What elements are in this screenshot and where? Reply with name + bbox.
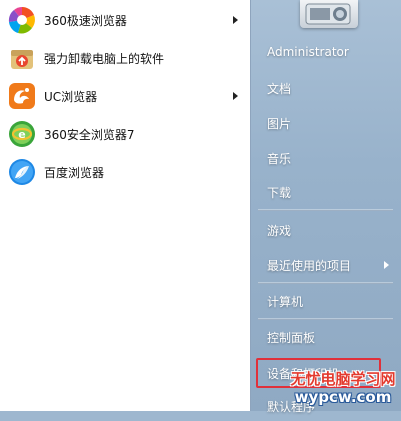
menu-item-games[interactable]: 游戏 (258, 215, 393, 245)
menu-label: 音乐 (267, 151, 292, 166)
program-label: 360安全浏览器7 (44, 127, 135, 142)
menu-label: 图片 (267, 116, 292, 131)
program-label: 百度浏览器 (44, 165, 105, 180)
menu-label: 游戏 (267, 223, 292, 238)
uninstall-software-icon (8, 44, 36, 72)
menu-label: 文档 (267, 81, 292, 96)
program-item-360-speed-browser[interactable]: 360极速浏览器 (2, 2, 248, 38)
menu-item-pictures[interactable]: 图片 (258, 108, 393, 138)
360-speed-browser-icon (8, 6, 36, 34)
menu-item-downloads[interactable]: 下载 (258, 177, 393, 207)
menu-item-documents[interactable]: 文档 (258, 73, 393, 103)
program-item-uninstall[interactable]: 强力卸载电脑上的软件 (2, 40, 248, 76)
submenu-arrow-icon (384, 261, 389, 269)
menu-label: 计算机 (267, 294, 304, 309)
user-picture-frame[interactable] (300, 0, 358, 28)
svg-text:e: e (18, 128, 25, 141)
program-item-uc-browser[interactable]: UC浏览器 (2, 78, 248, 114)
menu-separator (258, 209, 393, 211)
submenu-arrow-icon (233, 16, 238, 24)
program-label: UC浏览器 (44, 89, 98, 104)
menu-item-music[interactable]: 音乐 (258, 143, 393, 173)
menu-label: 最近使用的项目 (267, 258, 352, 273)
programs-pane: 360极速浏览器 强力卸载电脑上的软件 UC浏览器 e 360安全浏览器7 百度… (0, 0, 251, 411)
360-safe-browser-icon: e (8, 120, 36, 148)
program-label: 360极速浏览器 (44, 13, 127, 28)
menu-separator (258, 282, 393, 284)
watermark-line2: wypcw.com (294, 388, 392, 406)
menu-item-recent-items[interactable]: 最近使用的项目 (258, 250, 393, 280)
menu-item-control-panel[interactable]: 控制面板 (258, 322, 393, 352)
menu-label: 下载 (267, 185, 292, 200)
program-label: 强力卸载电脑上的软件 (44, 51, 165, 66)
program-item-baidu-browser[interactable]: 百度浏览器 (2, 154, 248, 190)
menu-label: 控制面板 (267, 330, 316, 345)
submenu-arrow-icon (233, 92, 238, 100)
menu-item-computer[interactable]: 计算机 (258, 286, 393, 316)
user-name-item[interactable]: Administrator (258, 37, 393, 67)
program-item-360-safe-browser[interactable]: e 360安全浏览器7 (2, 116, 248, 152)
site-watermark: 无忧电脑学习网 wypcw.com (288, 370, 398, 411)
menu-separator (258, 318, 393, 320)
uc-browser-icon (8, 82, 36, 110)
user-name-label: Administrator (267, 45, 349, 59)
watermark-line1: 无忧电脑学习网 (290, 370, 396, 388)
camera-icon (305, 3, 351, 25)
baidu-browser-icon (8, 158, 36, 186)
